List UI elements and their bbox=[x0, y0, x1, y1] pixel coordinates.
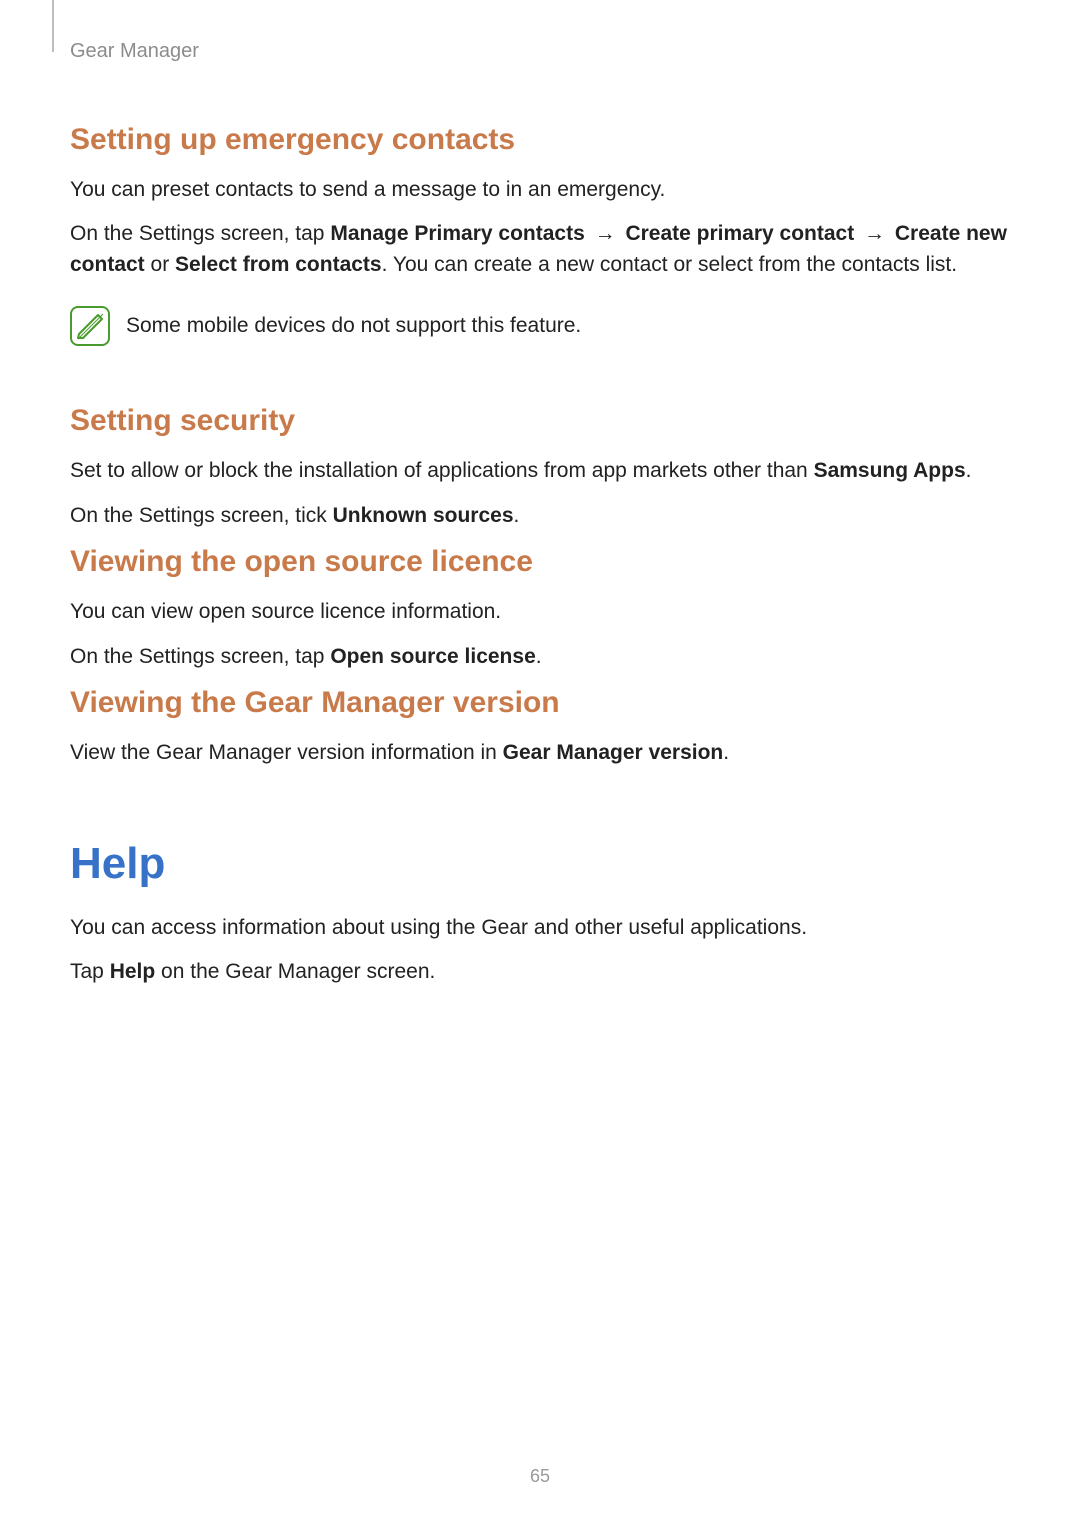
text-fragment: . bbox=[536, 645, 542, 668]
page-number: 65 bbox=[0, 1466, 1080, 1487]
text-fragment: Tap bbox=[70, 960, 110, 983]
text-fragment: . bbox=[514, 504, 520, 527]
text-fragment: On the Settings screen, tick bbox=[70, 504, 333, 527]
text-fragment: On the Settings screen, tap bbox=[70, 645, 330, 668]
paragraph-security-step: On the Settings screen, tick Unknown sou… bbox=[70, 501, 1010, 531]
paragraph-emergency-intro: You can preset contacts to send a messag… bbox=[70, 175, 1010, 205]
text-fragment: . bbox=[723, 741, 729, 764]
text-bold-samsung-apps: Samsung Apps bbox=[814, 459, 966, 482]
text-bold-manage-primary: Manage Primary contacts bbox=[330, 222, 584, 245]
text-bold-open-source-license: Open source license bbox=[330, 645, 535, 668]
paragraph-licence-step: On the Settings screen, tap Open source … bbox=[70, 642, 1010, 672]
paragraph-help-step: Tap Help on the Gear Manager screen. bbox=[70, 957, 1010, 987]
arrow-icon: → bbox=[854, 222, 895, 245]
text-bold-select-from: Select from contacts bbox=[175, 253, 382, 276]
top-margin-mark bbox=[52, 0, 54, 52]
heading-security: Setting security bbox=[70, 404, 1010, 438]
text-bold-create-primary: Create primary contact bbox=[625, 222, 854, 245]
heading-version: Viewing the Gear Manager version bbox=[70, 686, 1010, 720]
note-callout: Some mobile devices do not support this … bbox=[70, 306, 1010, 346]
arrow-icon: → bbox=[585, 222, 626, 245]
text-bold-unknown-sources: Unknown sources bbox=[333, 504, 514, 527]
paragraph-security-intro: Set to allow or block the installation o… bbox=[70, 456, 1010, 486]
text-fragment: Set to allow or block the installation o… bbox=[70, 459, 814, 482]
note-text: Some mobile devices do not support this … bbox=[126, 314, 581, 338]
heading-emergency-contacts: Setting up emergency contacts bbox=[70, 123, 1010, 157]
breadcrumb: Gear Manager bbox=[70, 40, 1010, 63]
paragraph-help-intro: You can access information about using t… bbox=[70, 913, 1010, 943]
note-icon bbox=[70, 306, 110, 346]
text-fragment: On the Settings screen, tap bbox=[70, 222, 330, 245]
text-bold-gear-manager-version: Gear Manager version bbox=[503, 741, 724, 764]
heading-licence: Viewing the open source licence bbox=[70, 545, 1010, 579]
text-fragment: . bbox=[966, 459, 972, 482]
text-bold-help: Help bbox=[110, 960, 156, 983]
text-fragment: on the Gear Manager screen. bbox=[155, 960, 435, 983]
paragraph-version: View the Gear Manager version informatio… bbox=[70, 738, 1010, 768]
text-fragment: View the Gear Manager version informatio… bbox=[70, 741, 503, 764]
text-fragment: . You can create a new contact or select… bbox=[382, 253, 957, 276]
heading-help: Help bbox=[70, 839, 1010, 889]
page: Gear Manager Setting up emergency contac… bbox=[0, 0, 1080, 1527]
text-fragment: or bbox=[145, 253, 175, 276]
paragraph-licence-intro: You can view open source licence informa… bbox=[70, 597, 1010, 627]
paragraph-emergency-steps: On the Settings screen, tap Manage Prima… bbox=[70, 219, 1010, 280]
